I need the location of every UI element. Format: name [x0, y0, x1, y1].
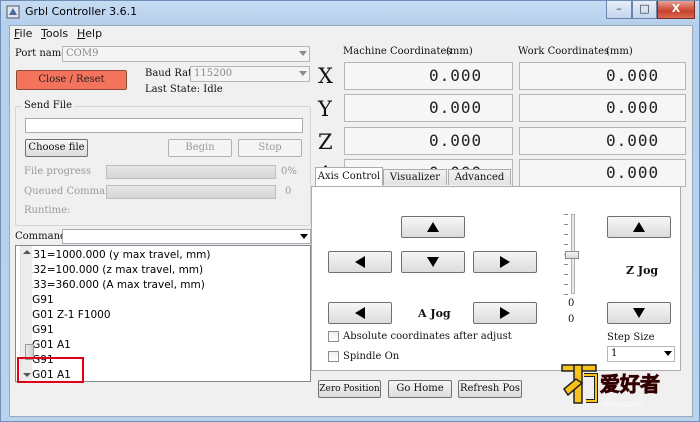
chevron-down-icon: [664, 351, 672, 356]
work-coordinates-label: Work Coordinates: [518, 46, 610, 57]
maximize-icon: □: [639, 2, 650, 15]
machine-unit-label: (mm): [446, 46, 473, 57]
axis-x-label: X: [318, 64, 333, 88]
tab-advanced[interactable]: Advanced: [448, 169, 511, 185]
send-file-title: Send File: [22, 100, 75, 111]
jog-z-up-button[interactable]: [607, 216, 671, 238]
jog-x-left-button[interactable]: [328, 251, 392, 273]
jog-y-up-button[interactable]: [401, 216, 465, 238]
menu-tools[interactable]: Tools: [41, 27, 68, 40]
menu-help[interactable]: Help: [77, 27, 102, 40]
file-path-field[interactable]: [25, 118, 303, 133]
file-progress-label: File progress: [24, 166, 91, 177]
port-name-label: Port name: [15, 48, 68, 59]
arrow-down-icon: [633, 308, 645, 318]
jog-z-down-button[interactable]: [607, 302, 671, 324]
close-button[interactable]: X: [657, 1, 695, 19]
axis-control-panel: [311, 186, 681, 371]
arrow-up-icon: [633, 222, 645, 232]
scroll-up-icon[interactable]: [23, 249, 31, 255]
work-unit-label: (mm): [606, 46, 633, 57]
highlight-annotation-box: [17, 357, 84, 383]
absolute-coordinates-label: Absolute coordinates after adjust: [343, 331, 512, 342]
console-line: $133=360.000 (A max travel, mm): [20, 279, 205, 291]
slider-value-top: 0: [568, 298, 575, 309]
zero-position-button[interactable]: Zero Position: [318, 380, 381, 398]
machine-coordinates-label: Machine Coordinates: [343, 46, 452, 57]
console-line: $131=1000.000 (y max travel, mm): [20, 249, 211, 261]
maximize-button[interactable]: □: [632, 1, 657, 19]
watermark-logo: 爱好者 muguzhe: [556, 359, 684, 411]
axis-z-label: Z: [318, 130, 333, 154]
close-icon: X: [671, 2, 681, 15]
console-line: $132=100.000 (z max travel, mm): [20, 264, 204, 276]
arrow-right-icon: [500, 256, 510, 268]
svg-text:muguzhe: muguzhe: [602, 400, 644, 410]
work-z-display: 0.000: [519, 127, 686, 155]
slider-value-bottom: 0: [568, 314, 575, 325]
spindle-on-checkbox[interactable]: [328, 351, 339, 362]
jog-a-left-button[interactable]: [328, 302, 392, 324]
machine-y-display: 0.000: [344, 94, 513, 122]
tab-visualizer[interactable]: Visualizer: [383, 169, 447, 185]
file-progress-value: 0%: [281, 166, 297, 177]
jog-x-right-button[interactable]: [473, 251, 537, 273]
menu-file[interactable]: File: [14, 27, 32, 40]
command-input[interactable]: [62, 229, 311, 244]
app-icon: [6, 5, 20, 19]
begin-button[interactable]: Begin: [168, 139, 232, 157]
jog-y-down-button[interactable]: [401, 251, 465, 273]
arrow-right-icon: [500, 307, 510, 319]
queued-commands-bar: [106, 185, 276, 199]
app-window: Grbl Controller 3.6.1 – □ X File Tools H…: [0, 0, 700, 422]
feed-slider-thumb[interactable]: [565, 251, 579, 259]
a-jog-label: A Jog: [418, 307, 451, 320]
z-jog-label: Z Jog: [626, 264, 659, 277]
step-size-label: Step Size: [607, 332, 655, 343]
absolute-coordinates-checkbox[interactable]: [328, 331, 339, 342]
arrow-up-icon: [427, 222, 439, 232]
file-progress-bar: [106, 165, 276, 179]
work-x-display: 0.000: [519, 62, 686, 90]
machine-z-display: 0.000: [344, 127, 513, 155]
stop-button[interactable]: Stop: [238, 139, 302, 157]
command-label: Command: [15, 231, 67, 242]
chevron-down-icon: [300, 234, 308, 239]
spindle-on-label: Spindle On: [343, 351, 400, 362]
woodworking-logo-icon: 爱好者 muguzhe: [561, 364, 660, 410]
queued-commands-value: 0: [285, 186, 292, 197]
tab-axis-control[interactable]: Axis Control: [315, 167, 383, 187]
baud-rate-select[interactable]: 115200: [190, 66, 310, 82]
refresh-pos-button[interactable]: Refresh Pos: [458, 380, 522, 398]
port-name-select[interactable]: COM9: [62, 46, 310, 62]
svg-text:爱好者: 爱好者: [600, 372, 660, 396]
last-state-text: Last State: Idle: [145, 84, 223, 95]
arrow-down-icon: [427, 257, 439, 267]
runtime-label: Runtime:: [24, 205, 71, 216]
work-y-display: 0.000: [519, 94, 686, 122]
minimize-icon: –: [616, 2, 622, 15]
arrow-left-icon: [355, 256, 365, 268]
title-bar: Grbl Controller 3.6.1 – □ X: [1, 1, 699, 25]
menu-bar: File Tools Help: [10, 26, 692, 43]
close-reset-button[interactable]: Close / Reset: [16, 70, 127, 90]
window-title: Grbl Controller 3.6.1: [25, 5, 138, 18]
go-home-button[interactable]: Go Home: [388, 380, 452, 398]
choose-file-button[interactable]: Choose file: [25, 139, 88, 157]
chevron-down-icon: [299, 51, 307, 56]
jog-a-right-button[interactable]: [473, 302, 537, 324]
tab-strip: Axis Control Visualizer Advanced: [311, 167, 681, 187]
axis-y-label: Y: [318, 97, 332, 121]
machine-x-display: 0.000: [344, 62, 513, 90]
arrow-left-icon: [355, 307, 365, 319]
console-line: > G01 Z-1 F1000: [20, 309, 111, 321]
minimize-button[interactable]: –: [606, 1, 632, 19]
chevron-down-icon: [299, 71, 307, 76]
